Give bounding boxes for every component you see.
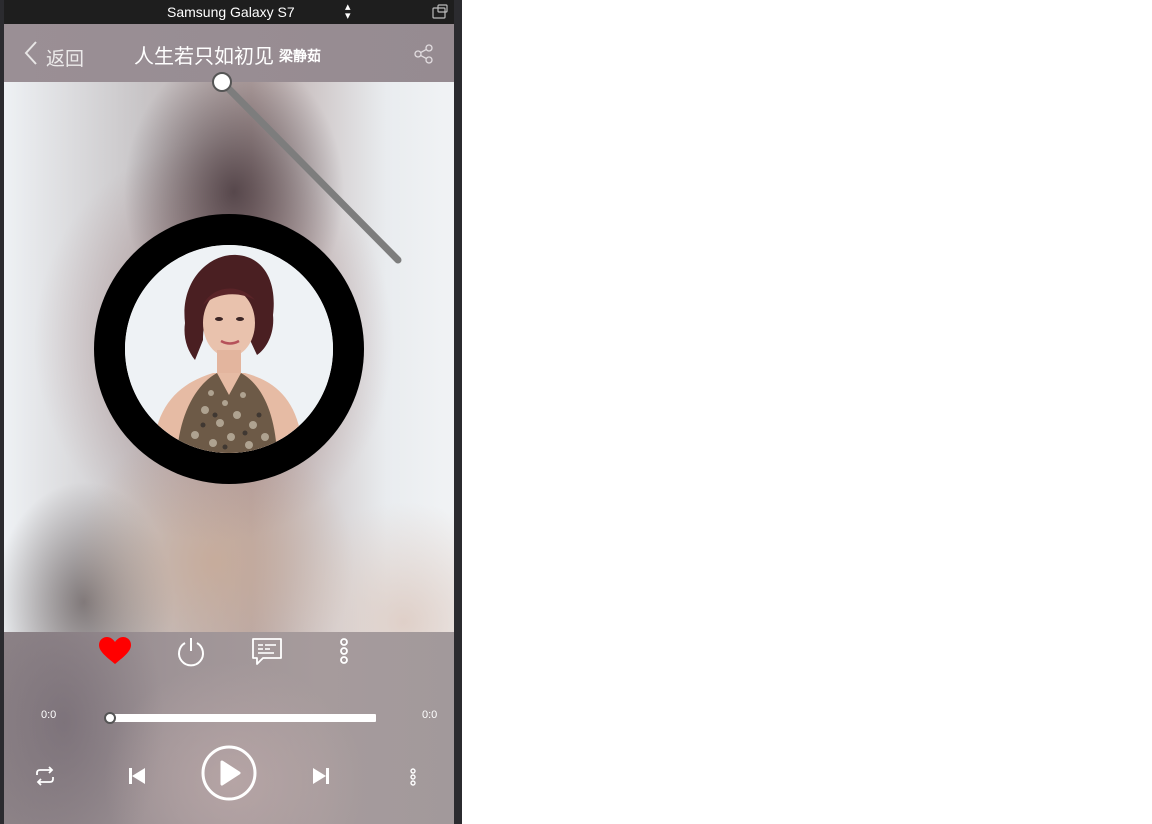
device-toolbar: Samsung Galaxy S7 ▴ ▾: [4, 0, 454, 24]
current-time: 0:0: [41, 709, 57, 721]
song-artist: 梁静茹: [279, 48, 321, 64]
device-name[interactable]: Samsung Galaxy S7: [167, 4, 295, 20]
heart-icon[interactable]: [98, 636, 132, 666]
phone-screen: 返回 人生若只如初见 梁静茹 0:0 0:0: [4, 24, 454, 824]
device-select-arrows-icon[interactable]: ▴ ▾: [345, 2, 351, 22]
share-icon[interactable]: [414, 44, 434, 64]
progress-handle[interactable]: [104, 712, 116, 724]
artist-photo: [125, 245, 333, 453]
album-cover: [125, 245, 333, 453]
song-title: 人生若只如初见: [134, 46, 274, 68]
device-frame: Samsung Galaxy S7 ▴ ▾ 返回 人生若只如初见 梁静茹 0:0…: [0, 0, 462, 824]
player-header: 返回 人生若只如初见 梁静茹: [4, 24, 454, 82]
back-label: 返回: [46, 49, 85, 70]
play-icon[interactable]: [200, 744, 258, 802]
skip-next-icon[interactable]: [312, 767, 330, 785]
comment-icon[interactable]: [250, 636, 284, 668]
progress-bar[interactable]: [110, 714, 376, 722]
repeat-icon[interactable]: [34, 766, 56, 786]
playlist-more-icon[interactable]: [408, 768, 418, 786]
power-icon[interactable]: [176, 636, 206, 668]
rotate-device-icon[interactable]: [430, 3, 450, 21]
total-time: 0:0: [422, 709, 438, 721]
record-disc[interactable]: [94, 214, 364, 484]
chevron-left-icon: [24, 41, 37, 65]
skip-previous-icon[interactable]: [128, 767, 146, 785]
more-vertical-icon[interactable]: [338, 636, 350, 666]
